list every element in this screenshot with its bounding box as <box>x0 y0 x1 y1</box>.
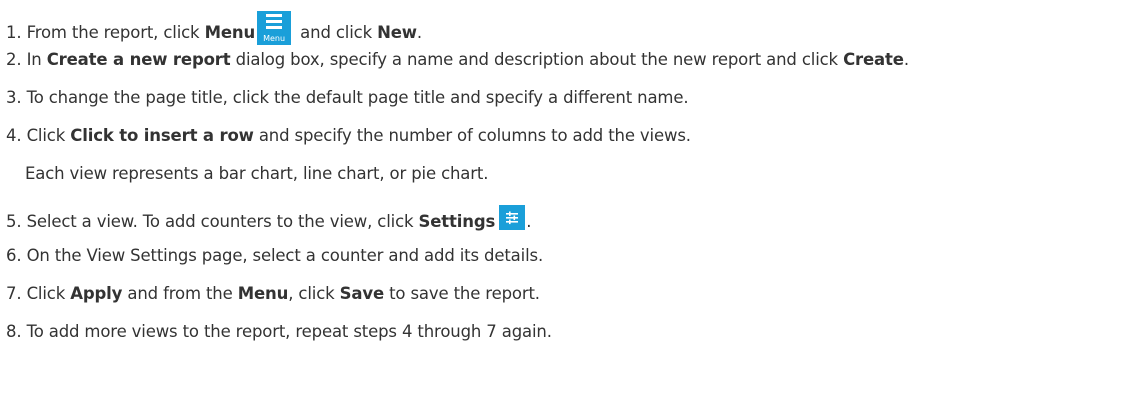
step-1: 1. From the report, click Menu Menu and c… <box>6 11 422 45</box>
step-text: To add more views to the report, repeat … <box>26 322 552 341</box>
ui-term: Settings <box>418 212 496 231</box>
step-number: 7. <box>6 284 22 303</box>
step-text: and click <box>295 23 378 42</box>
step-2: 2. In Create a new report dialog box, sp… <box>6 49 909 71</box>
step-8: 8. To add more views to the report, repe… <box>6 321 552 343</box>
ui-term: Create a new report <box>46 50 231 69</box>
step-5: 5. Select a view. To add counters to the… <box>6 205 531 233</box>
menu-icon-caption: Menu <box>263 34 286 43</box>
step-text: and specify the number of columns to add… <box>253 126 691 145</box>
procedure-steps: 1. From the report, click Menu Menu and c… <box>0 0 1148 399</box>
ui-term: Menu <box>237 284 289 303</box>
step-text: In <box>26 50 47 69</box>
step-text: From the report, click <box>26 23 205 42</box>
step-number: 5. <box>6 212 22 231</box>
ui-term: New <box>377 23 417 42</box>
step-3: 3. To change the page title, click the d… <box>6 87 689 109</box>
step-number: 6. <box>6 246 22 265</box>
step-number: 2. <box>6 50 22 69</box>
step-number: 3. <box>6 88 22 107</box>
ui-term: Menu <box>204 23 256 42</box>
step-4-note: Each view represents a bar chart, line c… <box>25 164 489 183</box>
step-text: , click <box>288 284 340 303</box>
menu-icon: Menu <box>257 11 292 45</box>
step-text: dialog box, specify a name and descripti… <box>230 50 844 69</box>
step-text: Click <box>26 284 71 303</box>
step-number: 4. <box>6 126 22 145</box>
step-7: 7. Click Apply and from the Menu, click … <box>6 283 540 305</box>
ui-term: Click to insert a row <box>70 126 254 145</box>
step-text: . <box>416 23 422 42</box>
step-number: 8. <box>6 322 22 341</box>
step-text: To change the page title, click the defa… <box>26 88 689 107</box>
step-4: 4. Click Click to insert a row and speci… <box>6 125 691 147</box>
step-6: 6. On the View Settings page, select a c… <box>6 245 543 267</box>
step-text: Select a view. To add counters to the vi… <box>26 212 419 231</box>
step-text: Click <box>26 126 71 145</box>
step-text: to save the report. <box>384 284 540 303</box>
step-text: On the View Settings page, select a coun… <box>26 246 544 265</box>
step-text: . <box>526 212 532 231</box>
ui-term: Save <box>339 284 385 303</box>
step-number: 1. <box>6 23 22 42</box>
ui-term: Create <box>843 50 904 69</box>
settings-icon <box>499 205 526 230</box>
ui-term: Apply <box>70 284 123 303</box>
step-text: . <box>903 50 909 69</box>
step-text: and from the <box>122 284 238 303</box>
